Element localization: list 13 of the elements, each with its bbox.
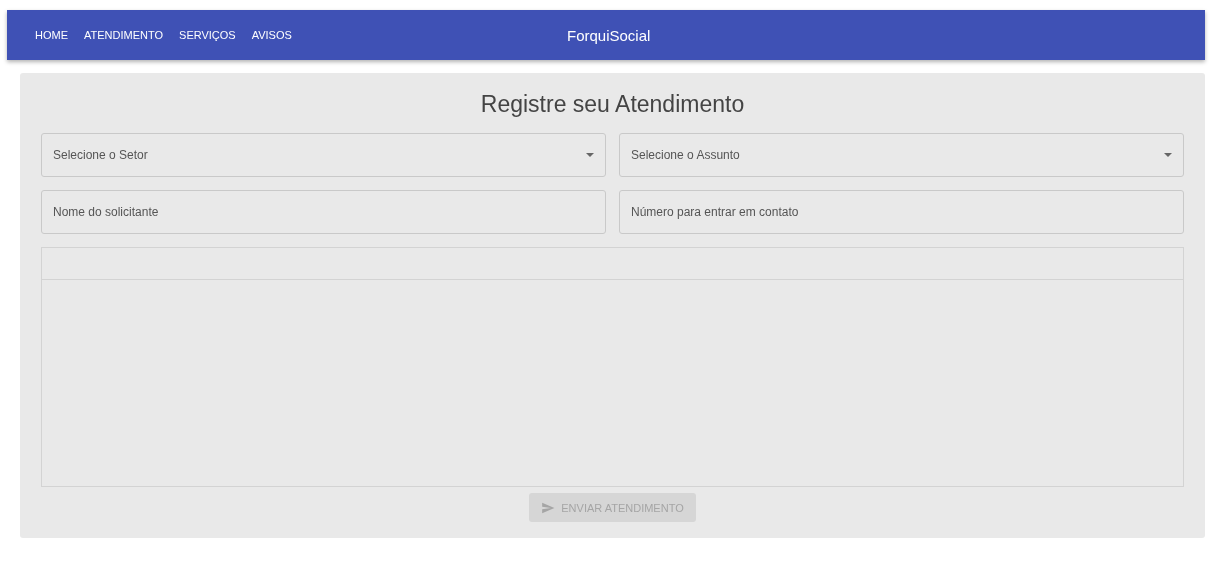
select-field[interactable]: Selecione o Setor <box>41 133 606 177</box>
form-title: Registre seu Atendimento <box>479 90 746 119</box>
caret-icon <box>1164 153 1172 157</box>
brand-title[interactable]: ForquiSocial <box>567 26 651 44</box>
nav-link[interactable]: HOME <box>27 29 76 41</box>
input-field[interactable]: Número para entrar em contato <box>619 190 1184 234</box>
nav-link[interactable]: SERVIÇOS <box>171 29 244 41</box>
send-icon <box>541 500 556 515</box>
nav-link[interactable]: AVISOS <box>243 29 300 41</box>
caret-icon <box>586 153 594 157</box>
select-field[interactable]: Selecione o Assunto <box>619 133 1184 177</box>
input-field[interactable]: Nome do solicitante <box>41 190 606 234</box>
nav-link[interactable]: ATENDIMENTO <box>76 29 172 41</box>
